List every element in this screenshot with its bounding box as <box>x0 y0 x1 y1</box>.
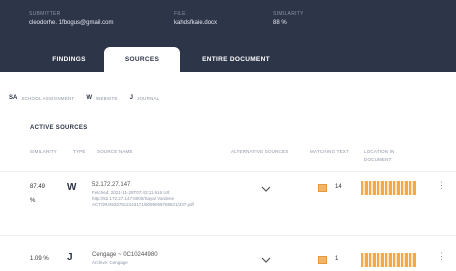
file-value: kahdsfkaie.docx <box>174 20 218 26</box>
chevron-down-icon[interactable] <box>261 180 271 198</box>
file-label: FILE <box>174 11 186 17</box>
similarity-percent: 87.49 <box>30 184 46 190</box>
similarity-unit: % <box>30 198 36 204</box>
legend-journal: J JOURNAL <box>130 95 160 101</box>
tab-bar: FINDINGS SOURCES ENTIRE DOCUMENT <box>0 47 456 72</box>
column-header-matching-text: MATCHING TEXT <box>310 149 349 154</box>
tab-sources[interactable]: SOURCES <box>104 47 180 72</box>
column-header-similarity: SIMILARITY <box>30 149 58 154</box>
location-bar-fill <box>361 181 416 195</box>
legend-label: WEBSITE <box>96 95 118 101</box>
legend-label: JOURNAL <box>137 95 160 101</box>
location-bar[interactable] <box>361 181 416 195</box>
table-row[interactable]: 87.49 % W 52.172.27.147 Fetched: 2021-11… <box>0 172 456 235</box>
file-info: FILE kahdsfkaie.docx <box>174 11 217 26</box>
submitter-value: cleodorhe. 1fbogus@gmail.com <box>29 20 114 26</box>
tab-findings[interactable]: FINDINGS <box>34 47 104 72</box>
column-header-source-name: SOURCE NAME <box>97 149 133 154</box>
similarity-info: SIMILARITY 88 % <box>273 11 304 26</box>
journal-icon: J <box>129 95 134 101</box>
source-detail: Fetched: 2021-11-29T07:43:11.616 Url: ht… <box>92 190 194 208</box>
matching-count: 14 <box>335 184 342 190</box>
kebab-icon[interactable]: ⋮ <box>437 181 446 190</box>
legend-school-assignment: SA SCHOOL ASSIGNMENT <box>9 95 74 101</box>
similarity-label: SIMILARITY <box>273 11 304 17</box>
legend-label: SCHOOL ASSIGNMENT <box>21 95 75 101</box>
source-detail: Archive: Cengage <box>92 260 128 265</box>
kebab-icon[interactable]: ⋮ <box>437 252 446 261</box>
source-type-legend: SA SCHOOL ASSIGNMENT W WEBSITE J JOURNAL <box>9 93 171 103</box>
column-header-type: TYPE <box>73 149 86 154</box>
submitter-info: SUBMITTER cleodorhe. 1fbogus@gmail.com <box>29 11 113 26</box>
source-name[interactable]: 52.172.27.147 <box>92 182 130 188</box>
similarity-value: 88 % <box>273 20 287 26</box>
location-bar-fill <box>361 253 416 267</box>
column-header-alternative-sources: ALTERNATIVE SOURCES <box>231 149 289 154</box>
submitter-label: SUBMITTER <box>29 11 61 17</box>
matching-count: 1 <box>335 256 339 262</box>
similarity-percent: 1.09 % <box>30 256 49 262</box>
journal-type-icon: J <box>67 252 73 263</box>
header-bar: SUBMITTER cleodorhe. 1fbogus@gmail.com F… <box>0 0 456 72</box>
location-bar[interactable] <box>361 253 416 267</box>
section-title: ACTIVE SOURCES <box>30 125 88 131</box>
website-type-icon: W <box>67 182 77 193</box>
highlight-icon[interactable] <box>318 256 327 264</box>
tab-entire-document[interactable]: ENTIRE DOCUMENT <box>186 47 286 72</box>
table-row[interactable]: 1.09 % J Cengage ~ 0C10244980 Archive: C… <box>0 236 456 271</box>
highlight-icon[interactable] <box>318 184 327 192</box>
column-header-location: LOCATION IN DOCUMENT <box>364 149 395 162</box>
website-icon: W <box>86 95 93 101</box>
chevron-down-icon[interactable] <box>261 251 271 269</box>
legend-website: W WEBSITE <box>86 95 117 101</box>
source-name[interactable]: Cengage ~ 0C10244980 <box>92 252 158 258</box>
school-assignment-icon: SA <box>9 95 18 101</box>
